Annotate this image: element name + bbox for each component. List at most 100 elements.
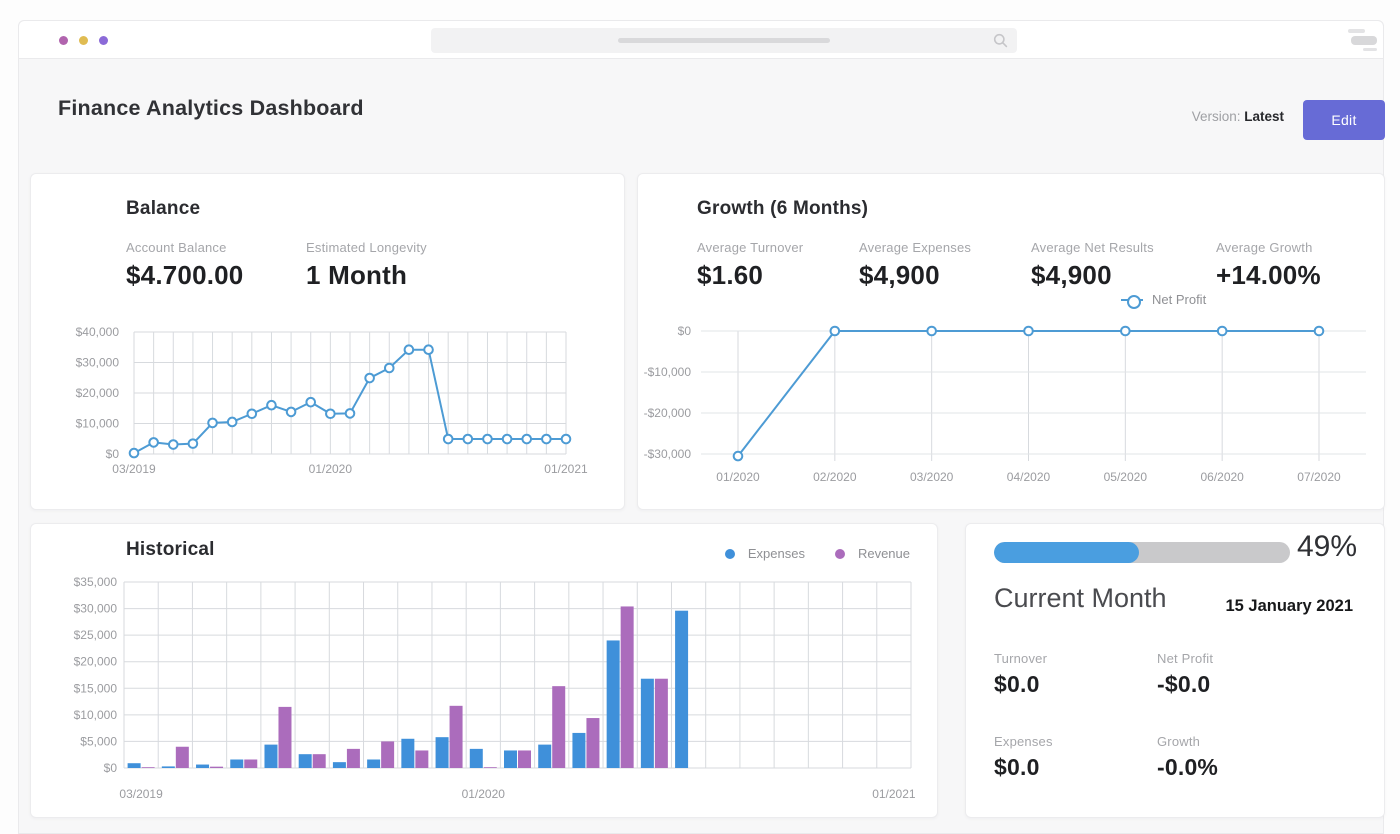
stat-label: Average Growth (1216, 240, 1321, 255)
menu-icon-line (1363, 48, 1377, 51)
version-text: Version: Latest (1192, 109, 1284, 124)
svg-text:01/2020: 01/2020 (309, 462, 353, 476)
legend-label: Revenue (858, 546, 910, 561)
stat-value: 1 Month (306, 260, 427, 291)
stat-value: $0.0 (994, 754, 1053, 781)
turnover-stat: Turnover $0.0 (994, 651, 1047, 698)
svg-text:$20,000: $20,000 (74, 655, 118, 669)
growth-card-title: Growth (6 Months) (697, 198, 868, 220)
window-controls (59, 21, 108, 59)
menu-icon-line (1351, 36, 1377, 45)
current-month-title: Current Month (994, 583, 1167, 614)
stat-value: $4,900 (1031, 260, 1154, 291)
svg-text:$30,000: $30,000 (74, 602, 118, 616)
svg-text:$10,000: $10,000 (74, 708, 118, 722)
svg-text:$20,000: $20,000 (76, 386, 120, 400)
revenue-legend-dot-icon (835, 549, 845, 559)
window-titlebar (19, 21, 1383, 59)
edit-button[interactable]: Edit (1303, 100, 1385, 140)
svg-text:$0: $0 (106, 447, 120, 461)
svg-text:$35,000: $35,000 (74, 575, 118, 589)
stat-value: $4,900 (859, 260, 971, 291)
historical-legend: Expenses Revenue (725, 546, 910, 561)
net-profit-stat: Net Profit -$0.0 (1157, 651, 1213, 698)
svg-text:01/2021: 01/2021 (872, 787, 916, 801)
svg-text:-$20,000: -$20,000 (644, 406, 692, 420)
svg-text:05/2020: 05/2020 (1104, 470, 1148, 484)
svg-text:$40,000: $40,000 (76, 325, 120, 339)
svg-text:03/2019: 03/2019 (112, 462, 156, 476)
svg-text:04/2020: 04/2020 (1007, 470, 1051, 484)
historical-card: Historical Expenses Revenue $35,000 $30,0… (30, 523, 938, 818)
stat-label: Estimated Longevity (306, 240, 427, 255)
historical-card-title: Historical (126, 539, 215, 561)
legend-label: Expenses (748, 546, 805, 561)
growth-card: Growth (6 Months) Average Turnover $1.60… (637, 173, 1385, 510)
balance-card: Balance Account Balance $4.700.00 Estima… (30, 173, 625, 510)
expenses-legend-dot-icon (725, 549, 735, 559)
estimated-longevity-stat: Estimated Longevity 1 Month (306, 240, 427, 291)
current-month-card: 49% Current Month 15 January 2021 Turnov… (965, 523, 1385, 818)
stat-value: $0.0 (994, 671, 1047, 698)
stat-label: Average Expenses (859, 240, 971, 255)
svg-text:$25,000: $25,000 (74, 628, 118, 642)
svg-text:01/2021: 01/2021 (544, 462, 588, 476)
menu-icon[interactable] (1341, 29, 1377, 52)
stat-label: Average Net Results (1031, 240, 1154, 255)
stat-label: Growth (1157, 734, 1218, 749)
traffic-light-2[interactable] (79, 36, 88, 45)
average-net-results-stat: Average Net Results $4,900 (1031, 240, 1154, 291)
svg-text:02/2020: 02/2020 (813, 470, 857, 484)
svg-text:07/2020: 07/2020 (1297, 470, 1341, 484)
svg-text:$0: $0 (104, 761, 118, 775)
legend-item-revenue[interactable]: Revenue (835, 546, 910, 561)
balance-chart: $40,000 $30,000 $20,000 $10,000 $003/2019 01/… (71, 323, 601, 493)
net-profit-legend-label: Net Profit (1152, 292, 1206, 307)
current-month-date: 15 January 2021 (1225, 597, 1353, 616)
legend-item-expenses[interactable]: Expenses (725, 546, 805, 561)
svg-text:01/2020: 01/2020 (462, 787, 506, 801)
svg-text:$10,000: $10,000 (76, 417, 120, 431)
app-window: Finance Analytics Dashboard Version: Lat… (0, 0, 1400, 834)
balance-card-title: Balance (126, 198, 200, 220)
stat-value: -$0.0 (1157, 671, 1213, 698)
account-balance-stat: Account Balance $4.700.00 (126, 240, 243, 291)
stat-label: Net Profit (1157, 651, 1213, 666)
search-placeholder-bar (618, 38, 830, 43)
average-turnover-stat: Average Turnover $1.60 (697, 240, 803, 291)
stat-label: Expenses (994, 734, 1053, 749)
progress-percent: 49% (1297, 530, 1357, 564)
svg-text:$15,000: $15,000 (74, 681, 118, 695)
svg-text:-$30,000: -$30,000 (644, 447, 692, 461)
search-icon[interactable] (993, 33, 1008, 48)
menu-icon-line (1348, 29, 1365, 33)
svg-text:-$10,000: -$10,000 (644, 365, 692, 379)
progress-bar (994, 542, 1290, 563)
traffic-light-3[interactable] (99, 36, 108, 45)
stat-value: +14.00% (1216, 260, 1321, 291)
stat-label: Average Turnover (697, 240, 803, 255)
svg-text:01/2020: 01/2020 (716, 470, 760, 484)
stat-label: Turnover (994, 651, 1047, 666)
stat-value: -0.0% (1157, 754, 1218, 781)
svg-text:$0: $0 (678, 324, 692, 338)
average-expenses-stat: Average Expenses $4,900 (859, 240, 971, 291)
net-profit-legend[interactable]: Net Profit (1121, 292, 1206, 307)
growth-stat: Growth -0.0% (1157, 734, 1218, 781)
version-label: Version: (1192, 109, 1241, 124)
stat-label: Account Balance (126, 240, 243, 255)
growth-chart: $0 -$10,000 -$20,000 -$30,000 01/2020 02/2020… (638, 323, 1378, 498)
expenses-stat: Expenses $0.0 (994, 734, 1053, 781)
search-input[interactable] (431, 28, 1017, 53)
stat-value: $1.60 (697, 260, 803, 291)
stat-value: $4.700.00 (126, 260, 243, 291)
svg-text:$5,000: $5,000 (80, 734, 117, 748)
progress-fill (994, 542, 1139, 563)
traffic-light-1[interactable] (59, 36, 68, 45)
svg-text:$30,000: $30,000 (76, 356, 120, 370)
historical-chart: $35,000 $30,000 $25,000 $20,000 $15,000 $10,0… (71, 573, 926, 818)
svg-text:03/2019: 03/2019 (119, 787, 163, 801)
page-title: Finance Analytics Dashboard (58, 96, 364, 121)
net-profit-legend-icon (1121, 295, 1143, 305)
svg-text:06/2020: 06/2020 (1200, 470, 1244, 484)
